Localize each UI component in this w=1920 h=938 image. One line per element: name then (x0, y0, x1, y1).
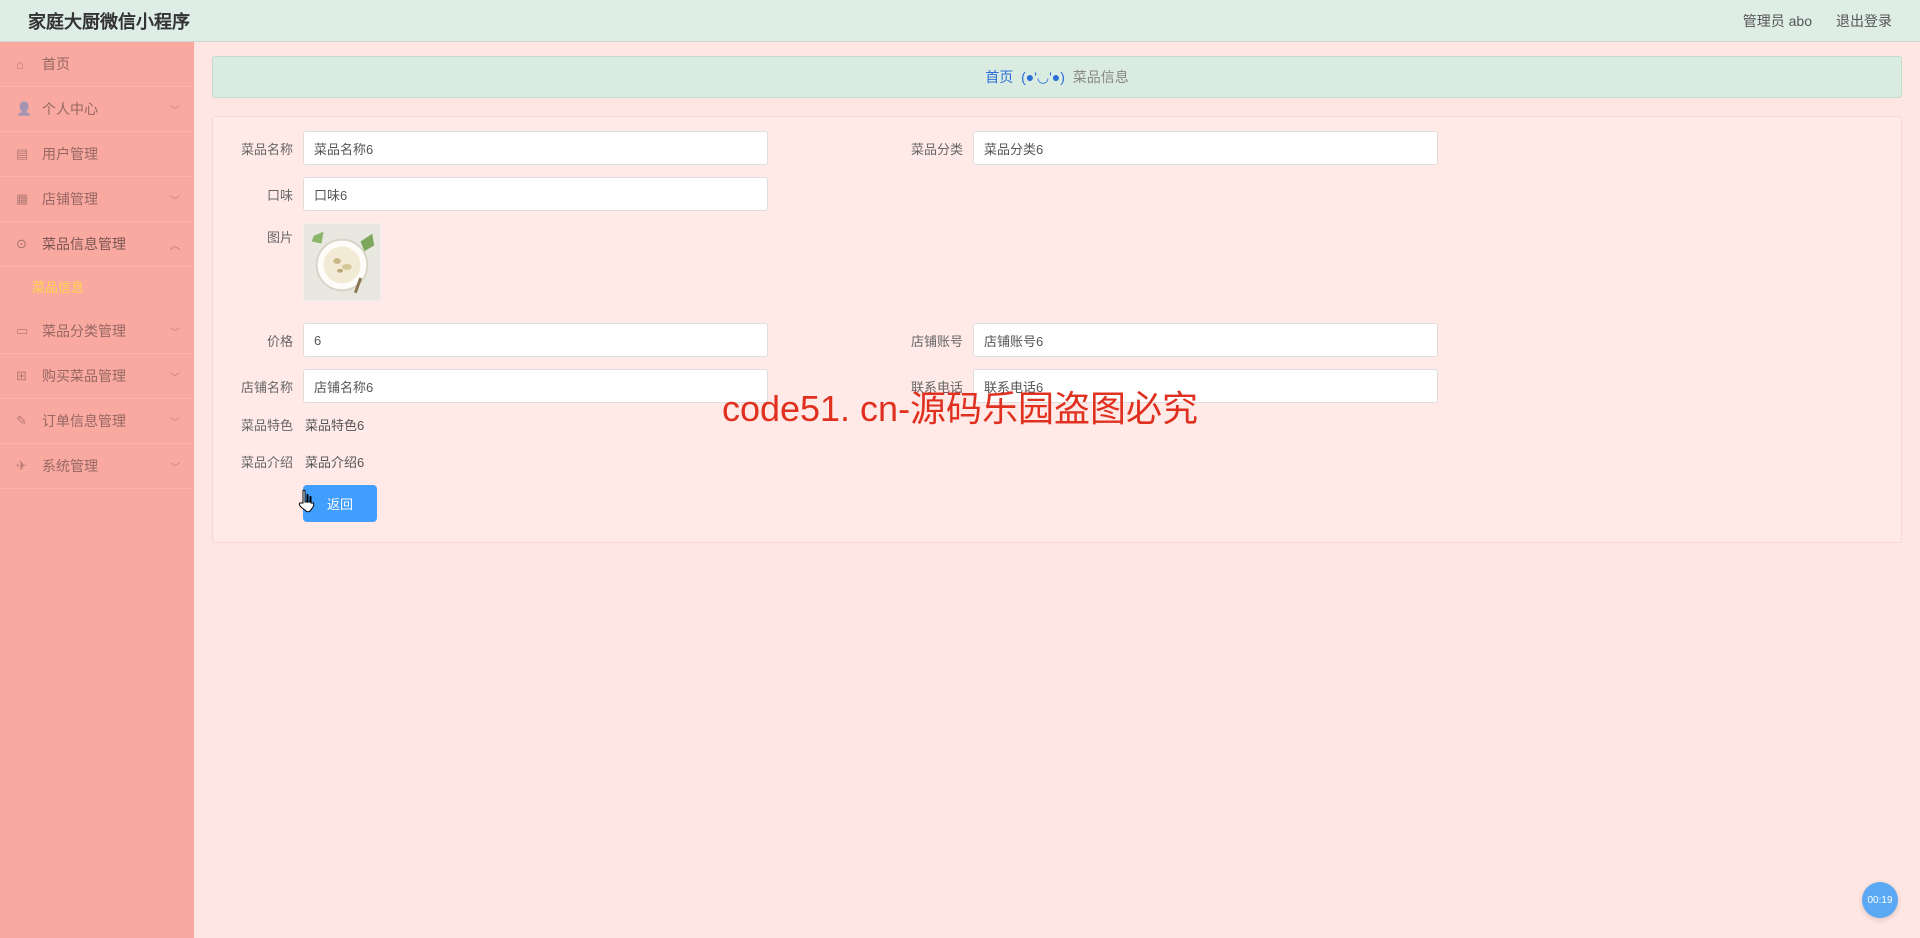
input-phone[interactable] (973, 369, 1438, 403)
input-shop-account[interactable] (973, 323, 1438, 357)
sidebar-item-dish-info[interactable]: ⊙ 菜品信息管理 ︿ (0, 222, 194, 267)
sidebar-item-stores[interactable]: ▦ 店铺管理 ﹀ (0, 177, 194, 222)
back-button-label: 返回 (327, 494, 353, 513)
time-badge: 00:19 (1862, 882, 1898, 918)
sidebar-item-system[interactable]: ✈ 系统管理 ﹀ (0, 444, 194, 489)
sidebar-item-label: 用户管理 (42, 144, 98, 164)
dish-image[interactable] (303, 223, 381, 301)
order-icon: ✎ (16, 413, 32, 429)
breadcrumb: 首页 (●'◡'●) 菜品信息 (212, 56, 1902, 98)
category-icon: ▭ (16, 323, 32, 339)
buy-icon: ⊞ (16, 368, 32, 384)
main-content: 首页 (●'◡'●) 菜品信息 菜品名称 菜品分类 口味 (194, 42, 1920, 938)
sidebar-item-home[interactable]: ⌂ 首页 (0, 42, 194, 87)
input-price[interactable] (303, 323, 768, 357)
input-dish-category[interactable] (973, 131, 1438, 165)
chevron-down-icon: ﹀ (170, 102, 180, 117)
chevron-down-icon: ﹀ (170, 192, 180, 207)
label-dish-category: 菜品分类 (891, 139, 963, 158)
home-icon: ⌂ (16, 57, 32, 72)
breadcrumb-face: (●'◡'●) (1021, 69, 1065, 85)
dish-image-thumb (304, 224, 380, 300)
sidebar-item-users[interactable]: ▤ 用户管理 (0, 132, 194, 177)
input-shop-name[interactable] (303, 369, 768, 403)
label-shop-account: 店铺账号 (891, 331, 963, 350)
sidebar-item-label: 个人中心 (42, 99, 98, 119)
input-dish-name[interactable] (303, 131, 768, 165)
label-image: 图片 (221, 223, 293, 246)
system-icon: ✈ (16, 458, 32, 474)
sidebar-item-label: 首页 (42, 54, 70, 74)
chevron-down-icon: ﹀ (170, 459, 180, 474)
sidebar-item-label: 菜品信息管理 (42, 234, 126, 254)
sidebar-item-buy-dish[interactable]: ⊞ 购买菜品管理 ﹀ (0, 354, 194, 399)
label-shop-name: 店铺名称 (221, 377, 293, 396)
back-button[interactable]: 返回 (303, 485, 377, 522)
label-feature: 菜品特色 (221, 415, 293, 434)
chevron-down-icon: ﹀ (170, 414, 180, 429)
sidebar-subitem-dish-info[interactable]: 菜品信息 (0, 267, 194, 309)
sidebar: ⌂ 首页 👤 个人中心 ﹀ ▤ 用户管理 ▦ 店铺管理 ﹀ ⊙ 菜品信息管理 ︿… (0, 42, 194, 938)
label-price: 价格 (221, 331, 293, 350)
sidebar-item-dish-category[interactable]: ▭ 菜品分类管理 ﹀ (0, 309, 194, 354)
value-feature: 菜品特色6 (303, 415, 364, 434)
dish-info-icon: ⊙ (16, 236, 32, 252)
sidebar-item-order-info[interactable]: ✎ 订单信息管理 ﹀ (0, 399, 194, 444)
sidebar-item-label: 购买菜品管理 (42, 366, 126, 386)
app-title: 家庭大厨微信小程序 (28, 8, 190, 34)
sidebar-item-personal[interactable]: 👤 个人中心 ﹀ (0, 87, 194, 132)
value-intro: 菜品介绍6 (303, 452, 364, 471)
chevron-down-icon: ﹀ (170, 369, 180, 384)
admin-label[interactable]: 管理员 abo (1743, 11, 1812, 31)
store-icon: ▦ (16, 191, 32, 207)
label-intro: 菜品介绍 (221, 452, 293, 471)
sidebar-item-label: 订单信息管理 (42, 411, 126, 431)
logout-link[interactable]: 退出登录 (1836, 11, 1892, 31)
sidebar-item-label: 店铺管理 (42, 189, 98, 209)
sidebar-item-label: 系统管理 (42, 456, 98, 476)
form-panel: 菜品名称 菜品分类 口味 图片 (212, 116, 1902, 543)
chevron-down-icon: ﹀ (170, 324, 180, 339)
sidebar-item-label: 菜品分类管理 (42, 321, 126, 341)
label-taste: 口味 (221, 185, 293, 204)
label-dish-name: 菜品名称 (221, 139, 293, 158)
chevron-up-icon: ︿ (170, 237, 180, 252)
breadcrumb-home[interactable]: 首页 (985, 69, 1013, 85)
breadcrumb-current: 菜品信息 (1073, 69, 1129, 85)
label-phone: 联系电话 (891, 377, 963, 396)
users-icon: ▤ (16, 146, 32, 162)
header-bar: 家庭大厨微信小程序 管理员 abo 退出登录 (0, 0, 1920, 42)
user-icon: 👤 (16, 101, 32, 117)
input-taste[interactable] (303, 177, 768, 211)
